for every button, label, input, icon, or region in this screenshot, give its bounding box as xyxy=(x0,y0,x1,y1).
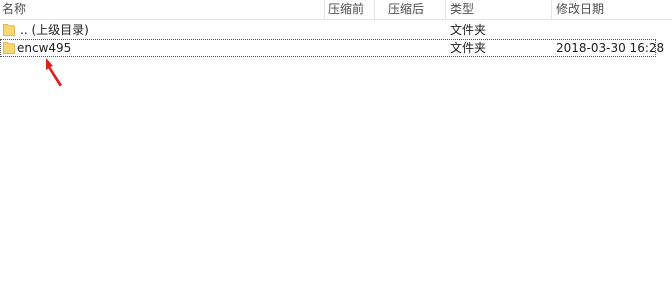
folder-icon xyxy=(3,42,15,54)
file-list-header: 名称 压缩前 压缩后 类型 修改日期 xyxy=(0,0,672,20)
list-item-selected[interactable]: encw495 文件夹 2018-03-30 16:28 xyxy=(0,39,664,57)
column-header-type[interactable]: 类型 xyxy=(448,0,548,19)
file-type: 文件夹 xyxy=(450,41,487,55)
annotation-arrow-icon xyxy=(46,58,62,87)
column-header-before[interactable]: 压缩前 xyxy=(326,0,374,19)
column-divider[interactable] xyxy=(324,0,325,19)
column-divider[interactable] xyxy=(374,0,375,19)
column-divider[interactable] xyxy=(445,0,446,19)
column-header-modified[interactable]: 修改日期 xyxy=(554,0,672,19)
file-type: 文件夹 xyxy=(450,23,487,37)
file-name: .. (上级目录) xyxy=(20,23,89,37)
list-item[interactable]: .. (上级目录) 文件夹 xyxy=(0,21,672,39)
column-header-after[interactable]: 压缩后 xyxy=(386,0,444,19)
column-header-name[interactable]: 名称 xyxy=(0,0,324,19)
folder-icon xyxy=(3,24,15,36)
column-divider[interactable] xyxy=(551,0,552,19)
file-modified: 2018-03-30 16:28 xyxy=(556,41,665,55)
